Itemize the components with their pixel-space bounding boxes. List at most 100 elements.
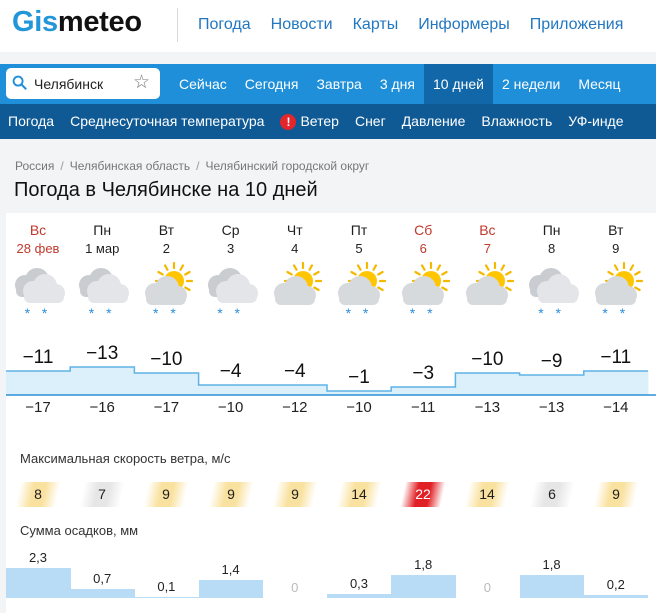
day-name: Пн <box>542 222 561 238</box>
cloudy-snow-icon <box>79 268 130 303</box>
temp-max: −11 <box>22 347 54 368</box>
snowflake-icon: * * <box>345 305 373 321</box>
cloudy-snow-icon <box>15 268 65 303</box>
day-date: 8 <box>547 241 556 256</box>
partly-cloudy-snow-icon <box>338 261 387 305</box>
tab-param-label: Влажность <box>481 113 553 129</box>
day-column[interactable]: Ср 3 * * <box>199 213 263 321</box>
snowflake-icon: * * <box>409 305 437 321</box>
tab-period-5[interactable]: 2 недели <box>493 64 569 104</box>
favorite-star-icon[interactable]: ☆ <box>133 71 150 95</box>
day-column[interactable]: Пн 1 мар * * <box>70 213 134 321</box>
temp-max: −9 <box>540 351 563 372</box>
wind-speed-value: 9 <box>226 486 235 502</box>
snowflake-icon: * * <box>152 305 180 321</box>
tab-param-label: Ветер <box>300 113 339 129</box>
tab-param-1[interactable]: Среднесуточная температура <box>62 104 272 139</box>
precip-value: 1,8 <box>414 556 433 572</box>
tab-param-label: Среднесуточная температура <box>70 113 265 129</box>
precip-bar <box>327 594 392 598</box>
temp-max: −10 <box>471 349 504 370</box>
nav-link-weather[interactable]: Погода <box>198 16 251 34</box>
tab-param-0[interactable]: Погода <box>0 104 62 139</box>
day-date: 3 <box>226 241 235 256</box>
temp-max: −4 <box>283 361 306 382</box>
precip-bar <box>391 574 456 598</box>
tab-param-4[interactable]: Давление <box>394 104 474 139</box>
day-date: 2 <box>162 241 170 256</box>
tab-param-6[interactable]: УФ-инде <box>560 104 631 139</box>
tab-param-2[interactable]: ! Ветер <box>272 104 347 139</box>
warning-icon: ! <box>280 113 297 130</box>
wind-speed-badge: 14 <box>464 482 511 507</box>
wind-speed-badge: 9 <box>207 482 254 507</box>
temp-min: −13 <box>538 399 565 416</box>
wind-speed-badge: 9 <box>593 482 639 507</box>
partly-cloudy-icon <box>466 261 515 305</box>
wind-speed-value: 9 <box>611 486 620 502</box>
search-icon <box>12 75 27 90</box>
nav-link-apps[interactable]: Приложения <box>530 16 624 34</box>
precip-value: 0,7 <box>93 570 112 586</box>
tab-period-6[interactable]: Месяц <box>569 64 629 104</box>
tab-period-2[interactable]: Завтра <box>307 64 370 104</box>
wind-speed-badge: 9 <box>272 482 318 507</box>
day-name: Чт <box>286 222 303 238</box>
temp-min: −12 <box>282 399 308 416</box>
precip-value: 0 <box>483 580 491 595</box>
tab-period-3[interactable]: 3 дня <box>371 64 424 104</box>
wind-speed-badge: 9 <box>143 482 190 507</box>
temperature-area <box>262 385 328 395</box>
day-name: Пт <box>350 222 368 238</box>
wind-speed-value: 22 <box>415 486 431 502</box>
snowflake-icon: * * <box>24 305 52 321</box>
breadcrumb-separator: / <box>196 159 200 173</box>
gismeteo-logo[interactable]: Gismeteo <box>12 6 142 39</box>
snowflake-icon: * * <box>602 305 630 321</box>
tab-period-0[interactable]: Сейчас <box>170 64 236 104</box>
day-column[interactable]: Вт 9 * * <box>584 213 648 321</box>
day-column[interactable]: Вс 7 <box>455 213 519 313</box>
precip-value: 1,4 <box>221 561 240 577</box>
day-column[interactable]: Пн 8 * * <box>520 213 584 321</box>
wind-speed-badge: 8 <box>15 482 61 507</box>
tab-period-1[interactable]: Сегодня <box>236 64 308 104</box>
page-title: Погода в Челябинске на 10 дней <box>14 179 318 201</box>
temp-min: −10 <box>217 399 244 416</box>
day-column[interactable]: Вс 28 фев * * <box>6 213 70 321</box>
top-nav: Погода Новости Карты Информеры Приложени… <box>198 16 643 34</box>
precip-value: 0 <box>291 580 299 595</box>
period-tabs: Сейчас Сегодня Завтра 3 дня 10 дней 2 недели М… <box>170 64 630 104</box>
day-date: 6 <box>419 241 427 256</box>
tab-period-4[interactable]: 10 дней <box>423 64 493 104</box>
temp-max: −3 <box>412 363 435 384</box>
day-column[interactable]: Пт 5 * * <box>327 213 391 321</box>
breadcrumb-country[interactable]: Россия <box>15 159 54 173</box>
breadcrumb-district[interactable]: Челябинский городской округ <box>205 159 369 173</box>
day-column[interactable]: Вт 2 * * <box>134 213 198 321</box>
tab-param-5[interactable]: Влажность <box>473 104 560 139</box>
day-column[interactable]: Сб 6 * * <box>391 213 455 321</box>
day-column[interactable]: Чт 4 <box>263 213 327 313</box>
precip-value: 1,8 <box>542 556 561 572</box>
cloudy-snow-icon <box>207 268 258 303</box>
precip-bar <box>6 568 71 598</box>
nav-link-maps[interactable]: Карты <box>353 16 399 34</box>
wind-speed-value: 8 <box>34 486 42 502</box>
breadcrumb: Россия / Челябинская область / Челябинский г… <box>15 159 369 173</box>
day-name: Вт <box>608 222 624 238</box>
temperature-area <box>583 371 649 395</box>
wind-speed-value: 14 <box>351 486 367 502</box>
breadcrumb-region[interactable]: Челябинская область <box>70 159 190 173</box>
temperature-area <box>6 371 71 395</box>
nav-link-news[interactable]: Новости <box>271 16 333 34</box>
wind-speed-value: 6 <box>547 486 556 502</box>
site-header: Gismeteo Погода Новости Карты Информеры … <box>0 0 656 52</box>
city-search-input[interactable]: Челябинск ☆ <box>6 68 160 99</box>
temp-max: −11 <box>600 347 632 368</box>
tab-param-3[interactable]: Снег <box>347 104 394 139</box>
temperature-area <box>391 387 456 395</box>
temp-max: −4 <box>219 361 242 382</box>
breadcrumb-separator: / <box>60 159 64 173</box>
nav-link-informers[interactable]: Информеры <box>418 16 510 34</box>
